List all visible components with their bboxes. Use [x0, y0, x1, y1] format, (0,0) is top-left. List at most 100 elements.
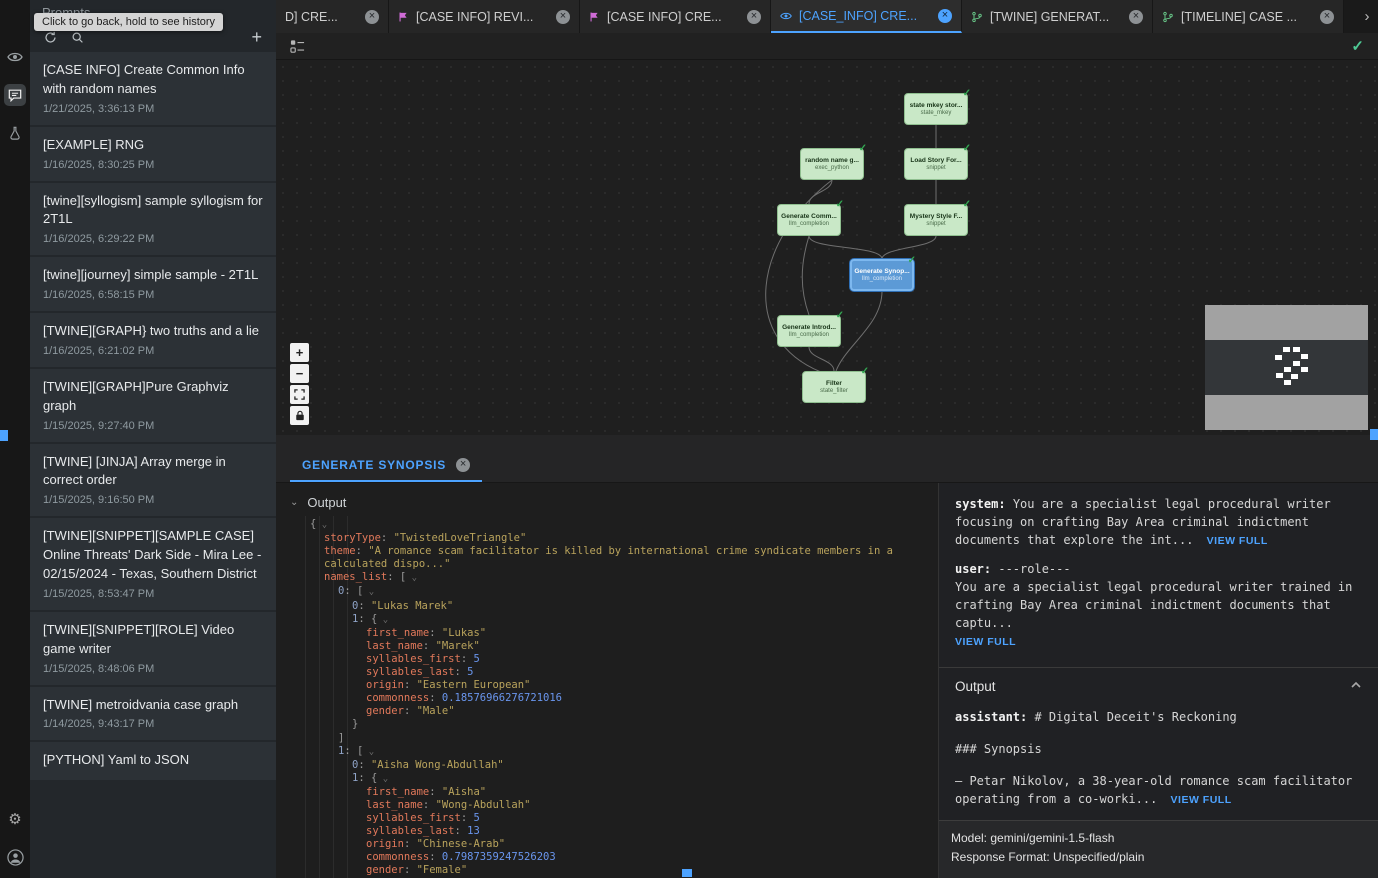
json-line: calculated dispo..." — [286, 558, 938, 571]
close-tab-icon[interactable]: × — [747, 10, 761, 24]
prompt-list-item[interactable]: [TWINE][SNIPPET][SAMPLE CASE] Online Thr… — [30, 518, 276, 610]
json-line: commonness: 0.18576966276721016 — [286, 692, 938, 705]
account-icon[interactable] — [4, 846, 26, 868]
graph-canvas[interactable]: + − state mkey stor...state_mkey✓ran — [276, 60, 1378, 435]
prompt-list-item[interactable]: [twine][journey] simple sample - 2T1L1/1… — [30, 257, 276, 311]
add-prompt-button[interactable]: + — [251, 30, 262, 44]
json-token: "Aisha" — [442, 786, 486, 798]
user-message: user: ---role--- You are a specialist le… — [955, 560, 1362, 651]
graph-layout-icon[interactable] — [290, 39, 305, 54]
json-line: origin: "Eastern European" — [286, 679, 938, 692]
graph-node[interactable]: Generate Synop...llm_completion✓ — [850, 259, 914, 291]
resize-handle-left[interactable] — [0, 430, 8, 441]
search-icon[interactable] — [71, 31, 84, 44]
flask-icon[interactable] — [4, 122, 26, 144]
prompt-title: [EXAMPLE] RNG — [43, 136, 263, 155]
close-tab-icon[interactable]: × — [1320, 10, 1334, 24]
response-output-header: Output — [955, 668, 1362, 708]
json-token: 5 — [467, 666, 473, 678]
gear-icon[interactable]: ⚙ — [4, 808, 26, 830]
json-token: ⌄ — [377, 615, 388, 625]
resize-handle-right[interactable] — [1370, 429, 1378, 440]
minimap[interactable] — [1205, 305, 1368, 430]
json-output-pane: ⌄ Output { ⌄storyType: "TwistedLoveTrian… — [276, 483, 938, 878]
prompt-list-item[interactable]: [TWINE][GRAPH]Pure Graphviz graph1/15/20… — [30, 369, 276, 442]
json-token: "Aisha Wong-Abdullah" — [371, 759, 504, 771]
prompt-list-item[interactable]: [TWINE] [JINJA] Array merge in correct o… — [30, 444, 276, 517]
graph-node[interactable]: state mkey stor...state_mkey✓ — [904, 93, 968, 125]
json-token: syllables_first — [366, 812, 461, 824]
view-full-link[interactable]: VIEW FULL — [955, 636, 1016, 648]
prompt-list-item[interactable]: [EXAMPLE] RNG1/16/2025, 8:30:25 PM — [30, 127, 276, 181]
editor-tab[interactable]: [CASE INFO] CRE...× — [580, 0, 771, 33]
zoom-in-button[interactable]: + — [290, 343, 309, 362]
json-token: : — [461, 653, 474, 665]
editor-tab[interactable]: [CASE INFO] REVI... × — [389, 0, 580, 33]
json-token: : { — [358, 772, 377, 784]
fit-view-button[interactable] — [290, 385, 309, 404]
node-check-icon: ✓ — [963, 199, 971, 210]
user-text: You are a specialist legal procedural wr… — [955, 580, 1352, 630]
json-line: first_name: "Lukas" — [286, 627, 938, 640]
close-tab-icon[interactable]: × — [365, 10, 379, 24]
editor-tab[interactable]: [TWINE] GENERAT...× — [962, 0, 1153, 33]
tab-scroll-right-icon[interactable]: › — [1356, 0, 1378, 33]
graph-node[interactable]: Filterstate_filter✓ — [802, 371, 866, 403]
json-token: : — [404, 705, 417, 717]
prompt-timestamp: 1/15/2025, 8:53:47 PM — [43, 588, 263, 600]
json-token: : { — [358, 613, 377, 625]
json-token: "Male" — [417, 705, 455, 717]
view-full-link[interactable]: VIEW FULL — [1171, 794, 1232, 806]
json-line: { ⌄ — [286, 518, 938, 532]
prompt-list-item[interactable]: [TWINE] metroidvania case graph1/14/2025… — [30, 687, 276, 741]
json-token: : — [455, 666, 468, 678]
close-tab-icon[interactable]: × — [1129, 10, 1143, 24]
output-label: Output — [307, 495, 346, 510]
prompt-list-item[interactable]: [TWINE][GRAPH} two truths and a lie1/16/… — [30, 313, 276, 367]
node-title: state mkey stor... — [910, 102, 963, 109]
tab-label: [CASE INFO] REVI... — [416, 10, 549, 24]
eye-icon[interactable] — [4, 46, 26, 68]
graph-node[interactable]: random name g...exec_python✓ — [800, 148, 864, 180]
user-role-label: user: — [955, 562, 991, 576]
output-collapse-toggle[interactable]: ⌄ Output — [276, 483, 938, 516]
close-tab-icon[interactable]: × — [556, 10, 570, 24]
graph-node[interactable]: Mystery Style F...snippet✓ — [904, 204, 968, 236]
refresh-icon[interactable] — [44, 31, 57, 44]
lock-button[interactable] — [290, 406, 309, 425]
json-line: 0: "Aisha Wong-Abdullah" — [286, 759, 938, 772]
node-check-icon: ✓ — [861, 366, 869, 377]
close-tab-icon[interactable]: × — [938, 9, 952, 23]
prompt-title: [TWINE][GRAPH} two truths and a lie — [43, 322, 263, 341]
prompt-list-item[interactable]: [PYTHON] Yaml to JSON — [30, 742, 276, 780]
json-token: : — [423, 640, 436, 652]
graph-node[interactable]: Generate Comm...llm_completion✓ — [777, 204, 841, 236]
prompts-icon[interactable] — [4, 84, 26, 106]
json-token: ⌄ — [363, 747, 374, 757]
prompt-list-item[interactable]: [twine][syllogism] sample syllogism for … — [30, 183, 276, 256]
editor-tab[interactable]: D] CRE...× — [276, 0, 389, 33]
json-token: ⌄ — [377, 774, 388, 784]
prompt-list-item[interactable]: [TWINE][SNIPPET][ROLE] Video game writer… — [30, 612, 276, 685]
graph-node[interactable]: Load Story For...snippet✓ — [904, 148, 968, 180]
json-token: : — [429, 851, 442, 863]
json-token: : — [404, 679, 417, 691]
editor-tab[interactable]: [TIMELINE] CASE ...× — [1153, 0, 1344, 33]
json-tree[interactable]: { ⌄storyType: "TwistedLoveTriangle"theme… — [276, 516, 938, 878]
editor-tab[interactable]: [CASE_INFO] CRE...× — [771, 0, 962, 33]
collapse-up-icon[interactable] — [1350, 678, 1362, 696]
zoom-out-button[interactable]: − — [290, 364, 309, 383]
json-line: 0: "Lukas Marek" — [286, 600, 938, 613]
graph-node[interactable]: Generate Introd...llm_completion✓ — [777, 315, 841, 347]
prompt-title: [PYTHON] Yaml to JSON — [43, 751, 263, 770]
prompt-list-item[interactable]: [CASE INFO] Create Common Info with rand… — [30, 52, 276, 125]
view-full-link[interactable]: VIEW FULL — [1207, 535, 1268, 547]
json-token: : — [404, 838, 417, 850]
close-bottom-tab-icon[interactable]: × — [456, 458, 470, 472]
json-token: storyType — [324, 532, 381, 544]
branch-icon — [1162, 11, 1174, 23]
json-line: 1: { ⌄ — [286, 772, 938, 786]
json-token: : — [429, 627, 442, 639]
bottom-tab-generate-synopsis[interactable]: GENERATE SYNOPSIS × — [290, 449, 482, 482]
resize-handle-bottom[interactable] — [682, 869, 692, 877]
